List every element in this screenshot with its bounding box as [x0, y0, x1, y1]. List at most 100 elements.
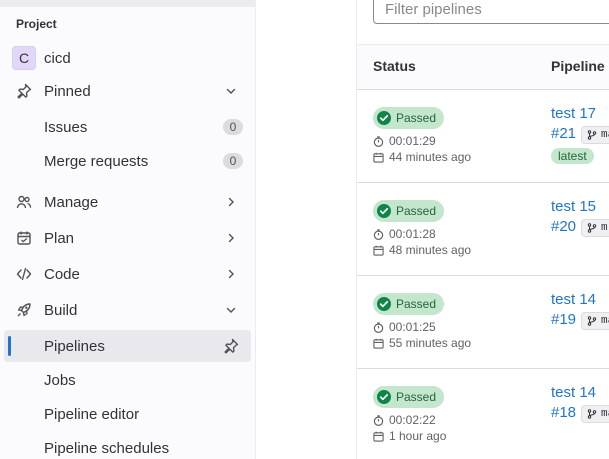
calendar-icon: [373, 152, 384, 163]
duration-text: 00:02:22: [389, 413, 436, 427]
filter-pipelines-input[interactable]: [373, 0, 609, 24]
content-gutter: [256, 0, 357, 459]
calendar-icon: [373, 245, 384, 256]
status-badge[interactable]: Passed: [373, 107, 445, 129]
finished-time: 1 hour ago: [373, 429, 446, 443]
project-link[interactable]: C cicd: [12, 45, 71, 71]
sidebar-item-label: Pipeline editor: [44, 405, 140, 423]
duration: 00:01:29: [373, 134, 436, 148]
branch-icon: [587, 130, 597, 140]
pipeline-id-link[interactable]: #19: [551, 311, 576, 328]
sidebar-item-code[interactable]: Code: [4, 258, 251, 290]
left-sidebar: Project C cicd Pinned Issues 0 Merge req…: [0, 0, 256, 459]
timer-icon: [373, 321, 384, 333]
sidebar-item-label: Merge requests: [44, 152, 149, 170]
duration-text: 00:01:29: [389, 134, 436, 148]
finished-time-text: 44 minutes ago: [389, 150, 472, 164]
chevron-down-icon: [226, 307, 236, 313]
duration-text: 00:01:25: [389, 320, 436, 334]
finished-time: 44 minutes ago: [373, 150, 471, 164]
sidebar-item-label: Manage: [44, 193, 99, 211]
pin-icon: [17, 83, 32, 99]
pipeline-name-link[interactable]: test 17: [551, 105, 596, 122]
calendar-icon: [17, 231, 31, 245]
branch-ref[interactable]: m: [581, 219, 609, 237]
pin-icon[interactable]: [223, 338, 239, 354]
issues-count-badge: 0: [223, 119, 243, 135]
timer-icon: [373, 414, 384, 426]
sidebar-item-label: Pinned: [44, 82, 91, 100]
latest-badge: latest: [551, 148, 594, 164]
pipeline-id-link[interactable]: #18: [551, 404, 576, 421]
sidebar-section-label: Project: [16, 17, 57, 31]
chevron-right-icon: [228, 269, 234, 279]
branch-ref-text: ma: [601, 408, 609, 420]
finished-time: 48 minutes ago: [373, 243, 471, 257]
sidebar-item-build[interactable]: Build: [4, 294, 251, 326]
sidebar-item-label: Jobs: [44, 371, 76, 389]
pipeline-name-link[interactable]: test 14: [551, 291, 596, 308]
branch-ref[interactable]: ma: [581, 312, 609, 330]
branch-icon: [587, 223, 597, 233]
sidebar-item-label: Issues: [44, 118, 88, 136]
chevron-down-icon: [226, 88, 236, 94]
branch-icon: [587, 409, 597, 419]
sidebar-item-label: Plan: [44, 229, 75, 247]
branch-icon: [587, 316, 597, 326]
branch-ref[interactable]: ma: [581, 126, 609, 144]
project-avatar: C: [12, 46, 36, 70]
branch-ref-text: ma: [601, 129, 609, 141]
pipeline-name-link[interactable]: test 15: [551, 198, 596, 215]
pipeline-id-link[interactable]: #20: [551, 218, 576, 235]
status-badge[interactable]: Passed: [373, 293, 445, 315]
sidebar-item-issues[interactable]: Issues 0: [4, 111, 251, 143]
status-badge[interactable]: Passed: [373, 386, 445, 408]
pipelines-content: Status Pipeline Passed 00:01:29 44 minut…: [357, 0, 609, 459]
status-text: Passed: [396, 297, 437, 311]
users-icon: [16, 195, 32, 209]
branch-ref[interactable]: ma: [581, 405, 609, 423]
sidebar-item-pipelines[interactable]: Pipelines: [4, 330, 251, 362]
sidebar-item-label: Pipelines: [44, 337, 105, 355]
sidebar-item-pipeline-editor[interactable]: Pipeline editor: [4, 398, 251, 430]
calendar-icon: [373, 431, 384, 442]
sidebar-item-pipeline-schedules[interactable]: Pipeline schedules: [4, 432, 251, 459]
check-circle-icon: [377, 297, 391, 311]
sidebar-item-pinned[interactable]: Pinned: [4, 75, 251, 107]
column-header-status: Status: [373, 58, 416, 74]
status-badge[interactable]: Passed: [373, 200, 445, 222]
chevron-right-icon: [228, 197, 234, 207]
table-row: Passed 00:01:25 55 minutes ago test 14 #…: [357, 276, 609, 369]
pipeline-name-link[interactable]: test 14: [551, 384, 596, 401]
status-text: Passed: [396, 390, 437, 404]
sidebar-top-strip: [0, 0, 255, 7]
calendar-icon: [373, 338, 384, 349]
chevron-right-icon: [228, 233, 234, 243]
rocket-icon: [17, 303, 31, 317]
pipeline-id-link[interactable]: #21: [551, 125, 576, 142]
finished-time-text: 55 minutes ago: [389, 336, 472, 350]
finished-time-text: 48 minutes ago: [389, 243, 472, 257]
table-header: Status Pipeline: [357, 44, 609, 90]
column-header-pipeline: Pipeline: [551, 58, 605, 74]
table-row: Passed 00:01:28 48 minutes ago test 15 #…: [357, 183, 609, 276]
check-circle-icon: [377, 111, 391, 125]
merge-requests-count-badge: 0: [223, 153, 243, 169]
timer-icon: [373, 135, 384, 147]
table-row: Passed 00:01:29 44 minutes ago test 17 #…: [357, 90, 609, 183]
sidebar-item-merge-requests[interactable]: Merge requests 0: [4, 145, 251, 177]
finished-time-text: 1 hour ago: [389, 429, 447, 443]
branch-ref-text: m: [601, 222, 608, 234]
sidebar-item-jobs[interactable]: Jobs: [4, 364, 251, 396]
check-circle-icon: [377, 390, 391, 404]
sidebar-item-manage[interactable]: Manage: [4, 186, 251, 218]
finished-time: 55 minutes ago: [373, 336, 471, 350]
sidebar-item-plan[interactable]: Plan: [4, 222, 251, 254]
sidebar-item-label: Build: [44, 301, 78, 319]
code-icon: [16, 267, 32, 281]
duration: 00:02:22: [373, 413, 436, 427]
branch-ref-text: ma: [601, 315, 609, 327]
table-row: Passed 00:02:22 1 hour ago test 14 #18 m…: [357, 369, 609, 459]
check-circle-icon: [377, 204, 391, 218]
timer-icon: [373, 228, 384, 240]
